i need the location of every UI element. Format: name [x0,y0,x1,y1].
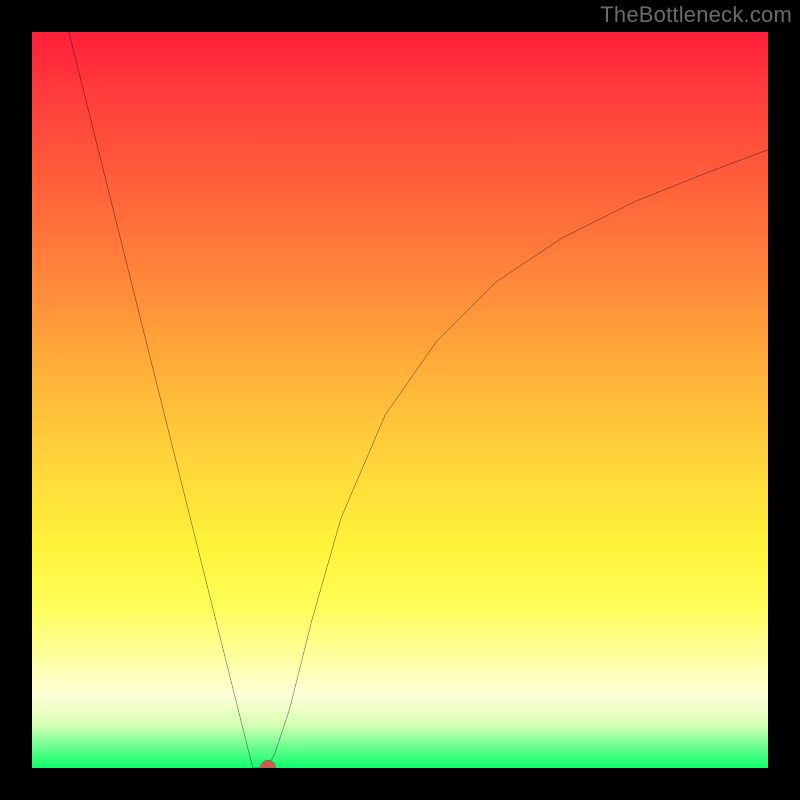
chart-frame: TheBottleneck.com [0,0,800,800]
bottleneck-curve [32,32,768,768]
plot-area [32,32,768,768]
watermark-text: TheBottleneck.com [600,2,792,28]
